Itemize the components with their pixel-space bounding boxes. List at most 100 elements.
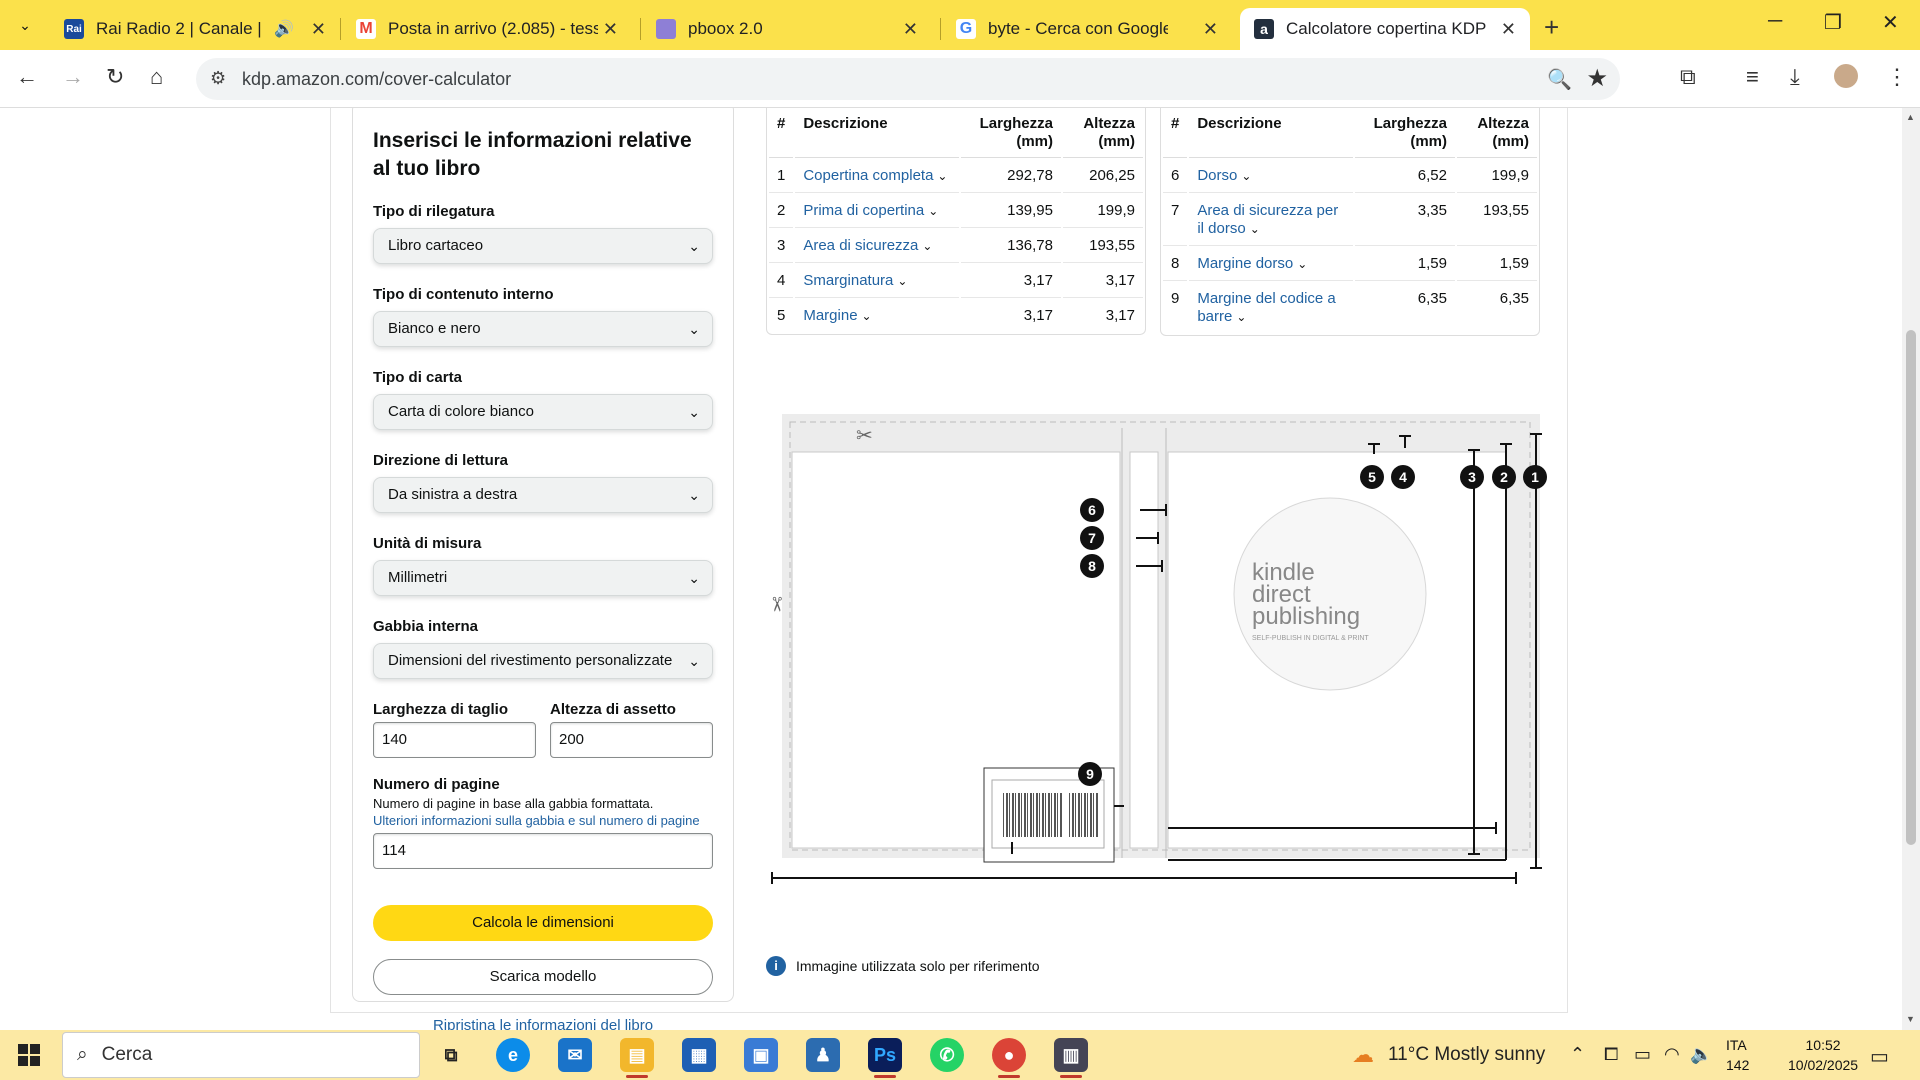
- close-tab-icon[interactable]: ✕: [1501, 19, 1516, 40]
- edge-icon[interactable]: e: [496, 1038, 530, 1072]
- reset-book-info-link[interactable]: Ripristina le informazioni del libro: [373, 1017, 713, 1030]
- mail-icon[interactable]: ✉: [558, 1038, 592, 1072]
- photoshop-icon[interactable]: Ps: [868, 1038, 902, 1078]
- row-description[interactable]: Area di sicurezza ⌄: [795, 230, 959, 263]
- back-icon[interactable]: ←: [16, 64, 38, 90]
- chevron-down-icon[interactable]: ⌄: [862, 309, 872, 323]
- row-description[interactable]: Margine dorso ⌄: [1189, 248, 1353, 281]
- scroll-up-icon[interactable]: ▲: [1906, 112, 1915, 122]
- marker-6: 6: [1080, 498, 1104, 522]
- restore-icon[interactable]: ❐: [1824, 10, 1842, 35]
- minimize-icon[interactable]: ─: [1768, 10, 1782, 33]
- speaker-icon[interactable]: 🔊: [274, 19, 294, 39]
- row-description-link[interactable]: Area di sicurezza: [803, 237, 918, 254]
- tab-search-button[interactable]: ⌄: [8, 10, 42, 40]
- menu-kebab-icon[interactable]: ⋮: [1886, 64, 1908, 90]
- page-count-input[interactable]: 114: [373, 833, 713, 869]
- chevron-down-icon[interactable]: ⌄: [1241, 169, 1251, 183]
- paper-type-select[interactable]: Carta di colore bianco ⌄: [373, 394, 713, 430]
- row-description-link[interactable]: Copertina completa: [803, 167, 933, 184]
- media-control-icon[interactable]: ≡: [1746, 64, 1759, 90]
- close-tab-icon[interactable]: ✕: [1203, 19, 1218, 40]
- close-tab-icon[interactable]: ✕: [603, 19, 618, 40]
- system-clock[interactable]: 10:52 10/02/2025: [1788, 1035, 1858, 1075]
- taskbar-search[interactable]: ⌕ Cerca: [62, 1032, 420, 1078]
- tab-pboox[interactable]: pboox 2.0 ✕: [642, 8, 932, 50]
- windows-start-icon[interactable]: [18, 1044, 40, 1066]
- tab-google[interactable]: G byte - Cerca con Google ✕: [942, 8, 1232, 50]
- binding-select[interactable]: Libro cartaceo ⌄: [373, 228, 713, 264]
- chevron-down-icon[interactable]: ⌄: [1236, 310, 1246, 324]
- chevron-down-icon[interactable]: ⌄: [1250, 222, 1260, 236]
- forward-icon[interactable]: →: [62, 64, 84, 90]
- scroll-down-icon[interactable]: ▼: [1906, 1014, 1915, 1024]
- tab-gmail[interactable]: M Posta in arrivo (2.085) - tessitor ✕: [342, 8, 632, 50]
- row-description[interactable]: Margine ⌄: [795, 300, 959, 332]
- row-description[interactable]: Dorso ⌄: [1189, 160, 1353, 193]
- row-description[interactable]: Prima di copertina ⌄: [795, 195, 959, 228]
- tray-overflow-icon[interactable]: ⌃: [1570, 1044, 1585, 1065]
- close-window-icon[interactable]: ✕: [1882, 10, 1899, 35]
- row-description-link[interactable]: Margine del codice a barre: [1197, 290, 1335, 325]
- app-icon[interactable]: ♟: [806, 1038, 840, 1072]
- download-icon[interactable]: ⤓: [1790, 64, 1800, 90]
- tab-rai-radio[interactable]: Rai Rai Radio 2 | Canale | RaiPla 🔊 ✕: [50, 8, 340, 50]
- bookmark-star-icon[interactable]: ★: [1586, 64, 1608, 93]
- content-type-select[interactable]: Bianco e nero ⌄: [373, 311, 713, 347]
- url-text[interactable]: kdp.amazon.com/cover-calculator: [242, 69, 511, 90]
- google-icon: G: [956, 19, 976, 39]
- store-icon[interactable]: ▦: [682, 1038, 716, 1072]
- weather-icon[interactable]: ☁: [1352, 1042, 1374, 1068]
- row-description-link[interactable]: Smarginatura: [803, 272, 893, 289]
- reload-icon[interactable]: ↻: [106, 64, 124, 90]
- unit-select[interactable]: Millimetri ⌄: [373, 560, 713, 596]
- page-count-info-link[interactable]: Ulteriori informazioni sulla gabbia e su…: [373, 812, 713, 829]
- battery-icon[interactable]: ▭: [1634, 1044, 1651, 1065]
- chevron-down-icon[interactable]: ⌄: [937, 169, 947, 183]
- trim-height-input[interactable]: 200: [550, 722, 713, 758]
- download-template-button[interactable]: Scarica modello: [373, 959, 713, 995]
- reading-direction-select[interactable]: Da sinistra a destra ⌄: [373, 477, 713, 513]
- row-description-link[interactable]: Dorso: [1197, 167, 1237, 184]
- address-bar[interactable]: ⚙ kdp.amazon.com/cover-calculator 🔍 ★: [196, 58, 1620, 100]
- chevron-down-icon[interactable]: ⌄: [928, 204, 938, 218]
- site-info-icon[interactable]: ⚙: [210, 68, 226, 89]
- control-panel-icon[interactable]: ▣: [744, 1038, 778, 1072]
- row-description-link[interactable]: Margine: [803, 307, 857, 324]
- chevron-down-icon[interactable]: ⌄: [897, 274, 907, 288]
- scrollbar-thumb[interactable]: [1906, 330, 1916, 845]
- profile-avatar[interactable]: [1834, 64, 1858, 88]
- weather-text[interactable]: 11°C Mostly sunny: [1388, 1044, 1545, 1066]
- whatsapp-icon[interactable]: ✆: [930, 1038, 964, 1072]
- marker-4: 4: [1391, 465, 1415, 489]
- calculate-button[interactable]: Calcola le dimensioni: [373, 905, 713, 941]
- tab-kdp-calculator[interactable]: a Calcolatore copertina KDP ✕: [1240, 8, 1530, 50]
- new-tab-icon[interactable]: +: [1544, 12, 1559, 43]
- volume-icon[interactable]: 🔈: [1690, 1044, 1712, 1065]
- wifi-icon[interactable]: ◠: [1664, 1044, 1680, 1065]
- page-scrollbar[interactable]: ▲ ▼: [1902, 108, 1920, 1030]
- task-view-icon[interactable]: ⧉: [434, 1038, 468, 1072]
- meet-icon[interactable]: ⧠: [1604, 1044, 1618, 1065]
- home-icon[interactable]: ⌂: [150, 64, 163, 90]
- row-description[interactable]: Copertina completa ⌄: [795, 160, 959, 193]
- zoom-icon[interactable]: 🔍: [1547, 67, 1572, 92]
- close-tab-icon[interactable]: ✕: [903, 19, 918, 40]
- row-description-link[interactable]: Area di sicurezza per il dorso: [1197, 202, 1338, 237]
- row-description[interactable]: Area di sicurezza per il dorso ⌄: [1189, 195, 1353, 246]
- row-description-link[interactable]: Margine dorso: [1197, 255, 1293, 272]
- row-description[interactable]: Smarginatura ⌄: [795, 265, 959, 298]
- trim-size-select[interactable]: Dimensioni del rivestimento personalizza…: [373, 643, 713, 679]
- row-description-link[interactable]: Prima di copertina: [803, 202, 924, 219]
- trim-width-input[interactable]: 140: [373, 722, 536, 758]
- row-description[interactable]: Margine del codice a barre ⌄: [1189, 283, 1353, 333]
- chrome-icon[interactable]: ●: [992, 1038, 1026, 1078]
- chevron-down-icon[interactable]: ⌄: [922, 239, 932, 253]
- chevron-down-icon[interactable]: ⌄: [1297, 257, 1307, 271]
- file-explorer-icon[interactable]: ▤: [620, 1038, 654, 1078]
- notifications-icon[interactable]: ▭: [1870, 1044, 1889, 1069]
- extensions-icon[interactable]: ⧉: [1680, 64, 1696, 90]
- input-language[interactable]: ITA 142: [1726, 1035, 1749, 1075]
- notes-app-icon[interactable]: ▥: [1054, 1038, 1088, 1078]
- close-tab-icon[interactable]: ✕: [311, 19, 326, 40]
